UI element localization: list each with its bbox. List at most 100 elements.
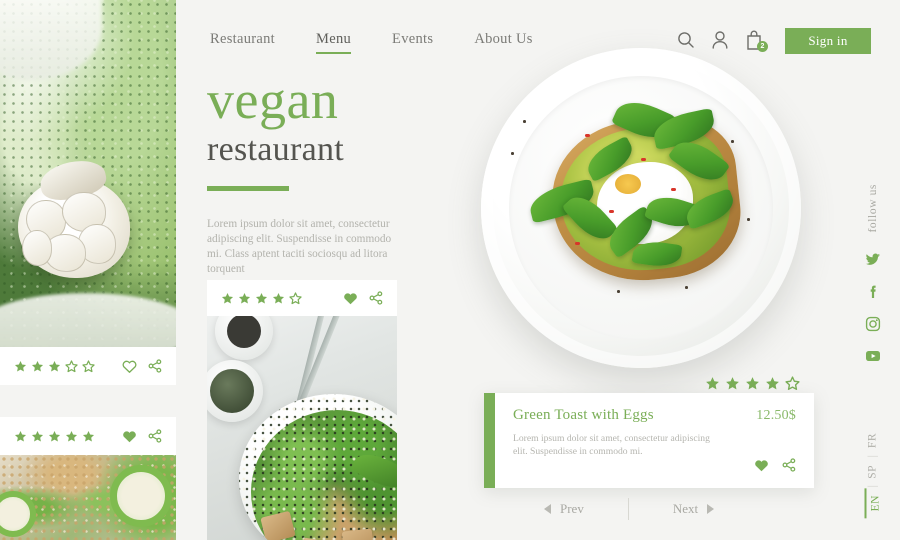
tofu-cube <box>341 528 375 540</box>
star-filled-icon <box>745 376 760 391</box>
hero-title-primary: vegan <box>207 70 339 130</box>
featured-dish-photo <box>481 48 801 368</box>
share-icon[interactable] <box>148 359 162 373</box>
card-accent-bar <box>484 393 495 488</box>
pager-divider <box>627 498 629 520</box>
star-filled-icon <box>82 430 95 443</box>
featured-dish-stage: Green Toast with Eggs 12.50$ Lorem ipsum… <box>457 0 900 540</box>
language-option-en[interactable]: EN <box>864 487 881 518</box>
star-filled-icon <box>238 292 251 305</box>
salad-bowl <box>239 394 397 540</box>
gallery-divider <box>0 385 176 417</box>
follow-us-label-wrap: follow us <box>867 184 879 233</box>
star-filled-icon <box>48 360 61 373</box>
next-button[interactable]: Next <box>672 501 715 517</box>
star-filled-icon <box>272 292 285 305</box>
salad-bowl-photo <box>207 316 397 540</box>
egg-yolk <box>615 174 641 194</box>
star-filled-icon <box>705 376 720 391</box>
product-price: 12.50$ <box>756 408 796 423</box>
featured-rating-stars[interactable] <box>705 376 800 391</box>
pepper-speck <box>685 286 688 289</box>
share-icon[interactable] <box>369 291 383 305</box>
nav-link-restaurant[interactable]: Restaurant <box>210 31 275 54</box>
twitter-icon[interactable] <box>865 252 881 268</box>
rating-stars[interactable] <box>14 359 95 373</box>
heart-icon[interactable] <box>343 291 358 305</box>
language-separator: | <box>866 455 879 458</box>
star-filled-icon <box>31 360 44 373</box>
card-actions <box>343 291 383 305</box>
heart-icon[interactable] <box>122 429 137 443</box>
hero-title-secondary: restaurant <box>207 131 345 168</box>
zucchini-crumble-photo <box>0 455 176 540</box>
zucchini-card-action-bar <box>0 417 176 455</box>
product-actions <box>754 458 796 477</box>
garlic-card-action-bar <box>0 347 176 385</box>
pepper-speck <box>731 140 734 143</box>
star-filled-icon <box>14 360 27 373</box>
vegan-restaurant-page: Restaurant Menu Events About Us 2 Sign i… <box>0 0 900 540</box>
language-option-fr[interactable]: FR <box>867 426 879 455</box>
heart-icon[interactable] <box>122 359 137 373</box>
youtube-icon[interactable] <box>865 348 881 364</box>
star-outline-icon <box>65 359 78 373</box>
star-outline-icon <box>82 359 95 373</box>
garlic-bulb <box>18 155 130 278</box>
left-gallery-column <box>0 0 176 540</box>
star-filled-icon <box>31 430 44 443</box>
next-label: Next <box>672 501 699 516</box>
salad-card-action-bar <box>207 280 397 316</box>
star-filled-icon <box>221 292 234 305</box>
follow-us-label: follow us <box>866 184 879 233</box>
rating-stars[interactable] <box>14 430 95 443</box>
nav-link-menu[interactable]: Menu <box>316 31 352 54</box>
facebook-icon[interactable] <box>865 284 881 300</box>
star-filled-icon <box>65 430 78 443</box>
share-icon[interactable] <box>782 458 796 477</box>
language-switcher: EN | SP | FR <box>864 426 881 518</box>
card-actions <box>122 429 162 443</box>
chevron-left-icon <box>544 504 551 514</box>
star-outline-icon <box>289 291 302 305</box>
featured-product-card[interactable]: Green Toast with Eggs 12.50$ Lorem ipsum… <box>484 393 814 488</box>
chili-flake <box>671 188 676 191</box>
zucchini-slice <box>110 465 172 527</box>
instagram-icon[interactable] <box>865 316 881 332</box>
carousel-pager: Prev Next <box>484 498 814 520</box>
chili-flake <box>641 158 646 161</box>
star-filled-icon <box>725 376 740 391</box>
chili-flake <box>575 242 580 245</box>
social-links <box>865 252 881 364</box>
garlic-clove <box>22 230 52 266</box>
language-option-sp[interactable]: SP <box>867 458 879 486</box>
prev-label: Prev <box>560 501 584 516</box>
chili-flake <box>585 134 590 137</box>
pepper-speck <box>523 120 526 123</box>
star-filled-icon <box>48 430 61 443</box>
chevron-right-icon <box>707 504 715 514</box>
prev-button[interactable]: Prev <box>544 501 584 517</box>
salad-bowl-card[interactable] <box>207 280 397 540</box>
star-outline-icon <box>785 376 800 391</box>
star-filled-icon <box>765 376 780 391</box>
product-description: Lorem ipsum dolor sit amet, consectetur … <box>513 433 710 457</box>
card-actions <box>122 359 162 373</box>
star-filled-icon <box>255 292 268 305</box>
chili-flake <box>609 210 614 213</box>
heart-icon[interactable] <box>754 458 769 477</box>
pepper-speck <box>617 290 620 293</box>
share-icon[interactable] <box>148 429 162 443</box>
card-header: Green Toast with Eggs 12.50$ <box>513 407 796 424</box>
rating-stars[interactable] <box>221 291 302 305</box>
bowl-edge-bottom <box>0 293 176 347</box>
right-rail: follow us EN | SP | FR <box>845 0 900 540</box>
nav-link-events[interactable]: Events <box>392 31 433 54</box>
pepper-speck <box>747 218 750 221</box>
hero-description: Lorem ipsum dolor sit amet, consectetur … <box>207 218 392 275</box>
avocado-toast <box>511 93 750 300</box>
star-filled-icon <box>14 430 27 443</box>
card-body: Green Toast with Eggs 12.50$ Lorem ipsum… <box>495 393 814 488</box>
hero-block: vegan restaurant Lorem ipsum dolor sit a… <box>207 72 457 277</box>
pepper-speck <box>511 152 514 155</box>
